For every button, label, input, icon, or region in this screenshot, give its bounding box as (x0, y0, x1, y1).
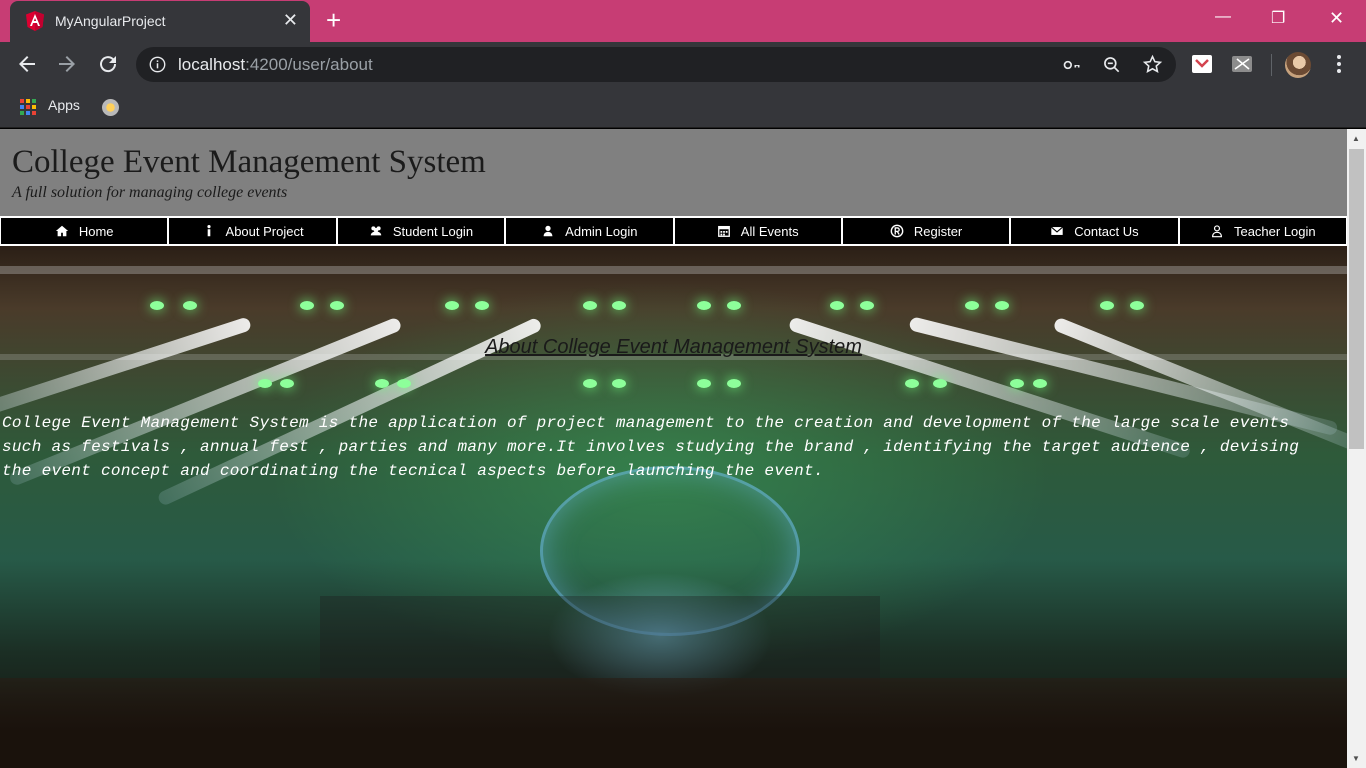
stage-light (445, 301, 459, 310)
stage-light (1130, 301, 1144, 310)
reload-icon[interactable] (96, 52, 120, 76)
stage-light (830, 301, 844, 310)
user-icon (543, 225, 553, 237)
stage-light (330, 301, 344, 310)
apps-grid-icon[interactable] (20, 99, 36, 115)
nav-register[interactable]: Register (842, 218, 1010, 244)
pocket-extension-icon[interactable] (1191, 53, 1213, 75)
stage-light (375, 379, 389, 388)
envelope-icon (1051, 226, 1064, 235)
stage-light (697, 301, 711, 310)
stage-light (905, 379, 919, 388)
info-icon (206, 225, 211, 237)
calendar-icon (717, 225, 730, 237)
nav-teacher-login[interactable]: Teacher Login (1179, 218, 1346, 244)
zoom-out-icon[interactable] (1102, 55, 1122, 75)
stage-light (397, 379, 411, 388)
nav-label: About Project (225, 223, 304, 239)
stage-light (1010, 379, 1024, 388)
users-icon (370, 226, 382, 236)
stage-light (933, 379, 947, 388)
about-heading: About College Event Management System (485, 336, 862, 358)
key-icon[interactable] (1062, 55, 1082, 75)
bookmark-favicon-icon[interactable] (102, 99, 119, 116)
window-close-button[interactable]: ✕ (1329, 8, 1344, 29)
nav-contact-us[interactable]: Contact Us (1011, 218, 1178, 244)
about-paragraph: College Event Management System is the a… (2, 414, 1300, 480)
home-icon (55, 225, 68, 237)
stage-light (1033, 379, 1047, 388)
crowd (0, 678, 1347, 768)
minimize-button[interactable]: — (1215, 8, 1231, 26)
scrollbar-thumb[interactable] (1349, 149, 1364, 449)
address-bar[interactable]: localhost:4200/user/about (136, 47, 1176, 82)
tab-close-icon[interactable]: ✕ (283, 10, 298, 30)
stage-light (583, 379, 597, 388)
bookmark-star-icon[interactable] (1142, 54, 1163, 75)
menu-kebab-icon[interactable] (1327, 52, 1351, 76)
browser-tab[interactable]: MyAngularProject ✕ (10, 1, 310, 42)
forward-arrow-icon[interactable] (55, 52, 79, 76)
stage-light (583, 301, 597, 310)
hero-background-image: About College Event Management System Co… (0, 246, 1347, 768)
stage-light (612, 301, 626, 310)
site-header: College Event Management System A full s… (0, 129, 1347, 216)
registered-icon (890, 224, 904, 238)
profile-avatar[interactable] (1285, 52, 1311, 78)
stage-truss (0, 266, 1347, 274)
new-tab-button[interactable]: + (326, 7, 341, 33)
stage-light (475, 301, 489, 310)
stage-light (612, 379, 626, 388)
extension-icon[interactable] (1231, 53, 1253, 75)
page-viewport: College Event Management System A full s… (0, 129, 1347, 768)
stage-light (965, 301, 979, 310)
stage-light (727, 379, 741, 388)
stage-light (300, 301, 314, 310)
nav-all-events[interactable]: All Events (674, 218, 841, 244)
restore-button[interactable]: ❐ (1271, 8, 1285, 28)
toolbar-divider (1271, 54, 1272, 76)
site-title: College Event Management System (12, 144, 486, 180)
stage-light (183, 301, 197, 310)
nav-label: Admin Login (565, 223, 638, 239)
site-subtitle: A full solution for managing college eve… (12, 184, 288, 201)
stage-light (860, 301, 874, 310)
nav-about-project[interactable]: About Project (169, 218, 336, 244)
scroll-down-arrow-icon[interactable]: ▼ (1352, 754, 1360, 763)
nav-label: Register (913, 223, 963, 239)
page-scrollbar[interactable]: ▲ ▼ (1347, 129, 1366, 768)
stage-light (150, 301, 164, 310)
browser-toolbar: localhost:4200/user/about (0, 42, 1366, 87)
nav-label: Home (78, 223, 114, 239)
tab-title: MyAngularProject (55, 13, 166, 29)
nav-home[interactable]: Home (1, 218, 168, 244)
apps-bookmark-label[interactable]: Apps (48, 97, 80, 113)
back-arrow-icon[interactable] (15, 52, 39, 76)
stage-light (995, 301, 1009, 310)
scroll-up-arrow-icon[interactable]: ▲ (1352, 134, 1360, 143)
stage-light (727, 301, 741, 310)
stage-light (258, 379, 272, 388)
url-text[interactable]: localhost:4200/user/about (178, 55, 373, 75)
nav-admin-login[interactable]: Admin Login (506, 218, 673, 244)
stage-light (1100, 301, 1114, 310)
site-info-icon[interactable] (149, 56, 166, 73)
nav-label: Contact Us (1074, 223, 1139, 239)
browser-titlebar: MyAngularProject ✕ + — ❐ ✕ (0, 0, 1366, 42)
nav-label: All Events (740, 223, 799, 239)
nav-label: Student Login (392, 223, 474, 239)
stage-light (697, 379, 711, 388)
angular-logo-icon (26, 11, 44, 31)
stage-light (280, 379, 294, 388)
main-navbar: Home About Project Student Login Admin L… (0, 216, 1347, 246)
nav-student-login[interactable]: Student Login (337, 218, 505, 244)
bookmarks-bar: Apps (0, 87, 1366, 128)
nav-label: Teacher Login (1233, 223, 1316, 239)
user-outline-icon (1211, 225, 1222, 238)
